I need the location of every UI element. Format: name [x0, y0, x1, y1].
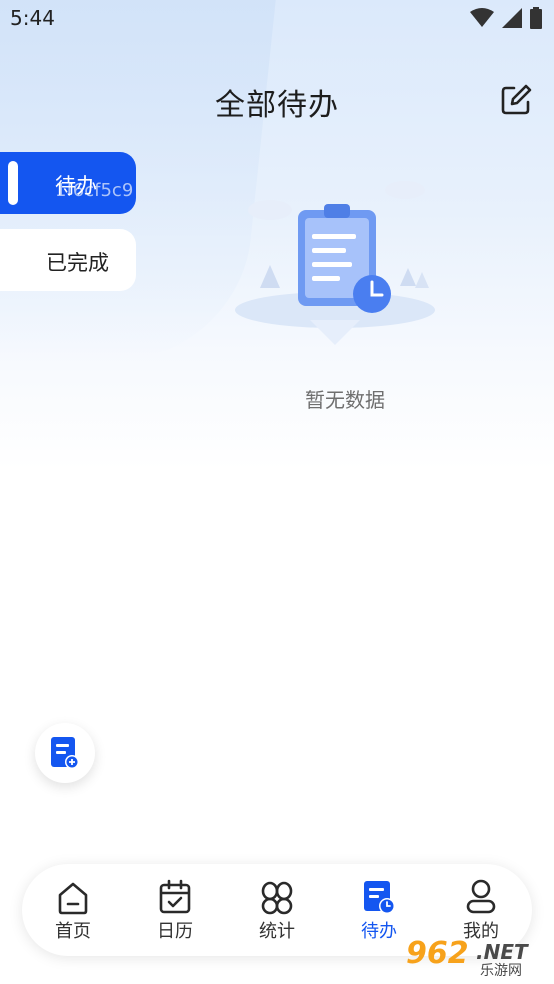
nav-calendar[interactable]: 日历 — [130, 877, 220, 943]
stats-icon — [261, 881, 293, 915]
tab-todo-label: 待办 — [55, 174, 97, 198]
todo-icon — [364, 881, 395, 914]
battery-icon — [530, 7, 542, 29]
page-title: 全部待办 — [215, 88, 339, 123]
empty-clipboard-illustration — [230, 170, 440, 350]
watermark-number: 962 — [406, 936, 469, 971]
active-indicator — [8, 161, 18, 205]
profile-icon — [466, 879, 496, 914]
status-time: 5:44 — [10, 6, 55, 30]
nav-stats[interactable]: 统计 — [232, 877, 322, 943]
nav-todo[interactable]: 待办 — [334, 877, 424, 943]
status-icons — [470, 6, 542, 30]
wifi-icon — [470, 8, 494, 27]
add-note-icon — [51, 737, 79, 769]
signal-icon — [502, 8, 522, 28]
tab-completed[interactable]: 已完成 — [0, 229, 136, 291]
tab-completed-label: 已完成 — [46, 251, 109, 275]
tab-todo[interactable]: 1f6cf5c9 待办 — [0, 152, 136, 214]
nav-home[interactable]: 首页 — [28, 877, 118, 943]
status-bar: 5:44 — [0, 0, 554, 38]
nav-stats-label: 统计 — [259, 921, 295, 942]
site-watermark: 962 .NET 乐游网 — [406, 936, 548, 980]
add-todo-button[interactable] — [35, 723, 95, 783]
nav-calendar-label: 日历 — [157, 921, 193, 942]
nav-profile[interactable]: 我的 — [436, 877, 526, 943]
nav-home-label: 首页 — [55, 921, 91, 942]
watermark-cn: 乐游网 — [480, 963, 522, 979]
home-icon — [58, 882, 88, 915]
empty-state-text: 暂无数据 — [305, 388, 385, 412]
edit-button[interactable] — [498, 82, 534, 118]
edit-icon — [501, 84, 532, 115]
calendar-icon — [159, 879, 191, 914]
